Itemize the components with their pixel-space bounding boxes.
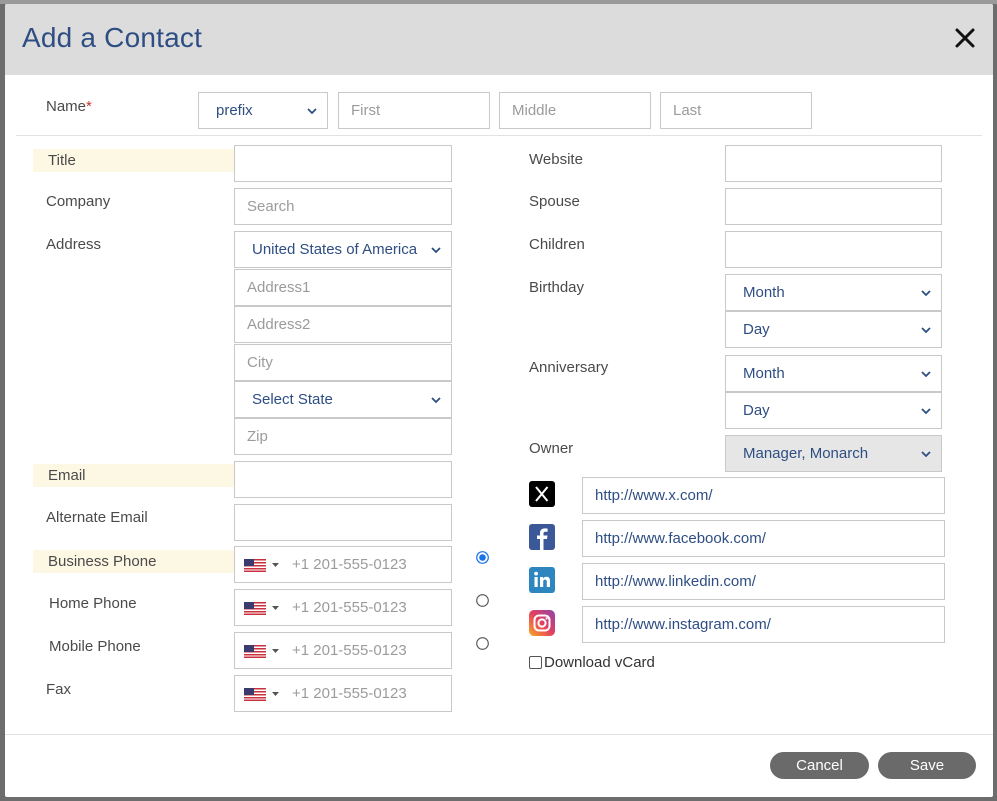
anniversary-day-select[interactable]: Day [725,392,942,429]
instagram-url-input[interactable]: http://www.instagram.com/ [582,606,945,643]
chevron-down-icon [921,408,931,415]
phone-placeholder: +1 201-555-0123 [292,556,407,573]
website-input[interactable] [725,145,942,182]
caret-down-icon [272,692,279,696]
footer-divider [5,734,993,735]
instagram-icon [529,610,555,636]
chevron-down-icon [921,290,931,297]
anniversary-month-select[interactable]: Month [725,355,942,392]
anniversary-day-value: Day [743,402,770,419]
birthday-month-value: Month [743,284,785,301]
owner-label: Owner [529,440,574,457]
prefix-value: prefix [216,102,253,119]
state-select[interactable]: Select State [234,381,452,418]
chevron-down-icon [921,327,931,334]
children-label: Children [529,236,585,253]
city-input[interactable]: City [234,344,452,381]
anniversary-label: Anniversary [529,359,609,376]
phone-placeholder: +1 201-555-0123 [292,642,407,659]
alternate-email-input[interactable] [234,504,452,541]
address1-input[interactable]: Address1 [234,269,452,306]
first-name-input[interactable]: First [338,92,490,129]
company-search-input[interactable]: Search [234,188,452,225]
facebook-url-input[interactable]: http://www.facebook.com/ [582,520,945,557]
name-label: Name* [46,98,92,115]
add-contact-dialog: Add a Contact Name* prefix First Middle … [5,4,993,797]
email-label: Email [33,464,234,487]
business-phone-input[interactable]: +1 201-555-0123 [234,546,452,583]
dialog-header: Add a Contact [5,4,993,75]
owner-select[interactable]: Manager, Monarch [725,435,942,472]
us-flag-icon [244,645,266,658]
fax-label: Fax [46,681,72,698]
birthday-label: Birthday [529,279,585,296]
linkedin-icon [529,567,555,593]
close-icon[interactable] [953,26,977,50]
home-phone-input[interactable]: +1 201-555-0123 [234,589,452,626]
country-value: United States of America [252,241,418,258]
chevron-down-icon [431,247,441,254]
chevron-down-icon [431,397,441,404]
us-flag-icon [244,559,266,572]
us-flag-icon [244,602,266,615]
spouse-label: Spouse [529,193,580,210]
facebook-icon [529,524,555,550]
birthday-day-select[interactable]: Day [725,311,942,348]
email-input[interactable] [234,461,452,498]
phone-placeholder: +1 201-555-0123 [292,599,407,616]
chevron-down-icon [307,108,317,115]
birthday-day-value: Day [743,321,770,338]
x-url-input[interactable]: http://www.x.com/ [582,477,945,514]
middle-name-input[interactable]: Middle [499,92,651,129]
country-select[interactable]: United States of America [234,231,452,268]
linkedin-url-input[interactable]: http://www.linkedin.com/ [582,563,945,600]
cancel-button[interactable]: Cancel [770,752,869,779]
divider [16,135,982,136]
download-vcard-checkbox[interactable] [529,656,542,669]
website-label: Website [529,151,583,168]
caret-down-icon [272,563,279,567]
chevron-down-icon [921,371,931,378]
phone-placeholder: +1 201-555-0123 [292,685,407,702]
save-button[interactable]: Save [878,752,976,779]
mobile-phone-input[interactable]: +1 201-555-0123 [234,632,452,669]
chevron-down-icon [921,451,931,458]
download-vcard-label: Download vCard [544,654,655,671]
zip-input[interactable]: Zip [234,418,452,455]
caret-down-icon [272,606,279,610]
alternate-email-label: Alternate Email [46,509,148,526]
business-phone-label: Business Phone [33,550,234,573]
primary-phone-radio-business[interactable] [476,551,489,564]
state-value: Select State [252,391,333,408]
last-name-input[interactable]: Last [660,92,812,129]
company-label: Company [46,193,111,210]
title-input[interactable] [234,145,452,182]
primary-phone-radio-home[interactable] [476,594,489,607]
children-input[interactable] [725,231,942,268]
anniversary-month-value: Month [743,365,785,382]
home-phone-label: Home Phone [49,595,137,612]
prefix-select[interactable]: prefix [198,92,328,129]
us-flag-icon [244,688,266,701]
fax-input[interactable]: +1 201-555-0123 [234,675,452,712]
mobile-phone-label: Mobile Phone [49,638,141,655]
x-icon [529,481,555,507]
title-label: Title [33,149,234,172]
spouse-input[interactable] [725,188,942,225]
primary-phone-radio-mobile[interactable] [476,637,489,650]
dialog-title: Add a Contact [22,22,203,53]
caret-down-icon [272,649,279,653]
birthday-month-select[interactable]: Month [725,274,942,311]
address-label: Address [46,236,102,253]
owner-value: Manager, Monarch [743,445,869,462]
address2-input[interactable]: Address2 [234,306,452,343]
